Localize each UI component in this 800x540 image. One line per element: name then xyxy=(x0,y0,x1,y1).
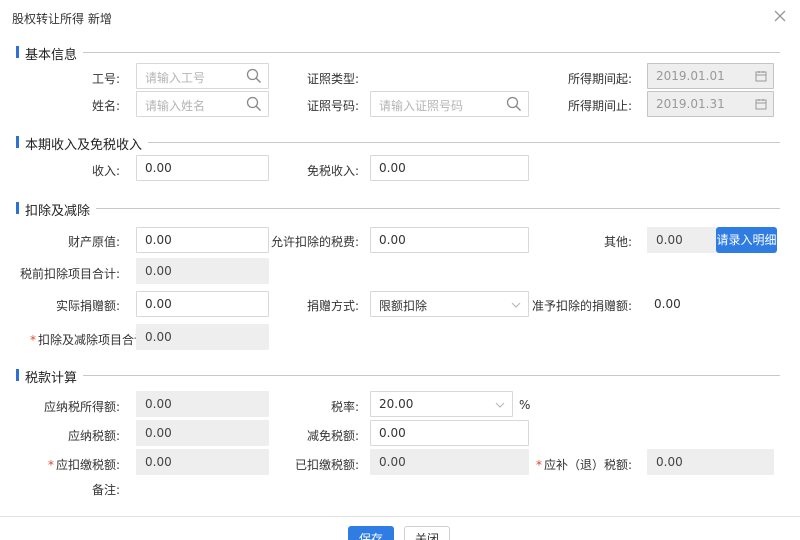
tax-refund-label: * 应补（退）税额: xyxy=(535,458,632,472)
period-start-label: 所得期间起: xyxy=(567,72,632,86)
income-input[interactable]: 0.00 xyxy=(136,155,269,181)
id-no-input[interactable]: 请输入证照号码 xyxy=(370,91,529,117)
id-no-label: 证照号码: xyxy=(306,99,359,113)
remark-label: 备注: xyxy=(91,483,120,497)
tax-reduction-label: 减免税额: xyxy=(306,429,359,443)
period-start-date[interactable]: 2019.01.01 xyxy=(647,63,774,89)
enter-detail-button[interactable]: 请录入明细 xyxy=(716,227,777,253)
remark-input[interactable] xyxy=(136,476,774,498)
tax-rate-unit: % xyxy=(519,398,531,412)
income-label: 收入: xyxy=(91,164,120,178)
search-icon[interactable] xyxy=(246,68,262,84)
tax-payable-field: 0.00 xyxy=(136,420,269,446)
taxable-income-label: 应纳税所得额: xyxy=(43,400,120,414)
id-type-label: 证照类型: xyxy=(306,72,359,86)
allowed-tax-label: 允许扣除的税费: xyxy=(270,235,359,249)
employee-no-label: 工号: xyxy=(91,72,120,86)
search-icon[interactable] xyxy=(506,96,522,112)
section-title: 基本信息 xyxy=(25,44,84,63)
deduction-total-label: * 扣除及减除项目合计: xyxy=(29,333,150,347)
taxable-income-field: 0.00 xyxy=(136,391,269,417)
pretax-total-field: 0.00 xyxy=(136,258,269,284)
search-icon[interactable] xyxy=(246,96,262,112)
dialog-title-bar: 股权转让所得 新增 xyxy=(0,0,800,34)
other-value-field: 0.00 xyxy=(647,227,717,253)
footer-divider xyxy=(0,516,800,517)
section-title: 扣除及减除 xyxy=(25,200,97,219)
period-end-date[interactable]: 2019.01.31 xyxy=(647,91,774,117)
allowed-donation-label: 准予扣除的捐赠额: xyxy=(531,299,632,313)
name-input[interactable]: 请输入姓名 xyxy=(136,91,269,117)
section-deduction: 扣除及减除 xyxy=(16,200,780,219)
tax-due-label: * 应扣缴税额: xyxy=(47,458,120,472)
chevron-down-icon[interactable] xyxy=(510,297,522,313)
donation-label: 实际捐赠额: xyxy=(55,299,120,313)
tax-due-field: 0.00 xyxy=(136,449,269,475)
donation-method-select[interactable]: 限额扣除 xyxy=(370,291,529,317)
tax-reduction-input[interactable]: 0.00 xyxy=(370,420,529,446)
dialog-title: 股权转让所得 新增 xyxy=(12,12,112,26)
calendar-icon[interactable] xyxy=(755,70,767,82)
donation-method-label: 捐赠方式: xyxy=(306,299,359,313)
section-title: 税款计算 xyxy=(25,367,84,386)
exempt-income-label: 免税收入: xyxy=(306,164,359,178)
tax-withheld-field: 0.00 xyxy=(370,449,529,475)
deduction-total-field: 0.00 xyxy=(136,324,269,350)
section-basic-info: 基本信息 xyxy=(16,44,780,63)
chevron-down-icon[interactable] xyxy=(494,397,506,413)
close-button[interactable]: 关闭 xyxy=(404,526,450,540)
other-label: 其他: xyxy=(603,235,632,249)
close-icon[interactable] xyxy=(770,6,790,26)
section-title: 本期收入及免税收入 xyxy=(25,134,149,153)
section-income: 本期收入及免税收入 xyxy=(16,134,780,153)
tax-withheld-label: 已扣缴税额: xyxy=(294,458,359,472)
allowed-donation-value: 0.00 xyxy=(654,297,681,311)
original-value-input[interactable]: 0.00 xyxy=(136,227,269,253)
pretax-total-label: 税前扣除项目合计: xyxy=(19,267,120,281)
period-end-label: 所得期间止: xyxy=(567,99,632,113)
allowed-tax-input[interactable]: 0.00 xyxy=(370,227,529,253)
employee-no-input[interactable]: 请输入工号 xyxy=(136,63,269,89)
name-label: 姓名: xyxy=(91,99,120,113)
tax-rate-label: 税率: xyxy=(330,400,359,414)
save-button[interactable]: 保存 xyxy=(348,526,394,540)
original-value-label: 财产原值: xyxy=(67,235,120,249)
section-tax: 税款计算 xyxy=(16,367,780,386)
tax-refund-field: 0.00 xyxy=(647,449,774,475)
tax-payable-label: 应纳税额: xyxy=(67,429,120,443)
tax-rate-select[interactable]: 20.00 xyxy=(370,391,513,417)
donation-input[interactable]: 0.00 xyxy=(136,291,269,317)
exempt-income-input[interactable]: 0.00 xyxy=(370,155,529,181)
calendar-icon[interactable] xyxy=(755,98,767,110)
